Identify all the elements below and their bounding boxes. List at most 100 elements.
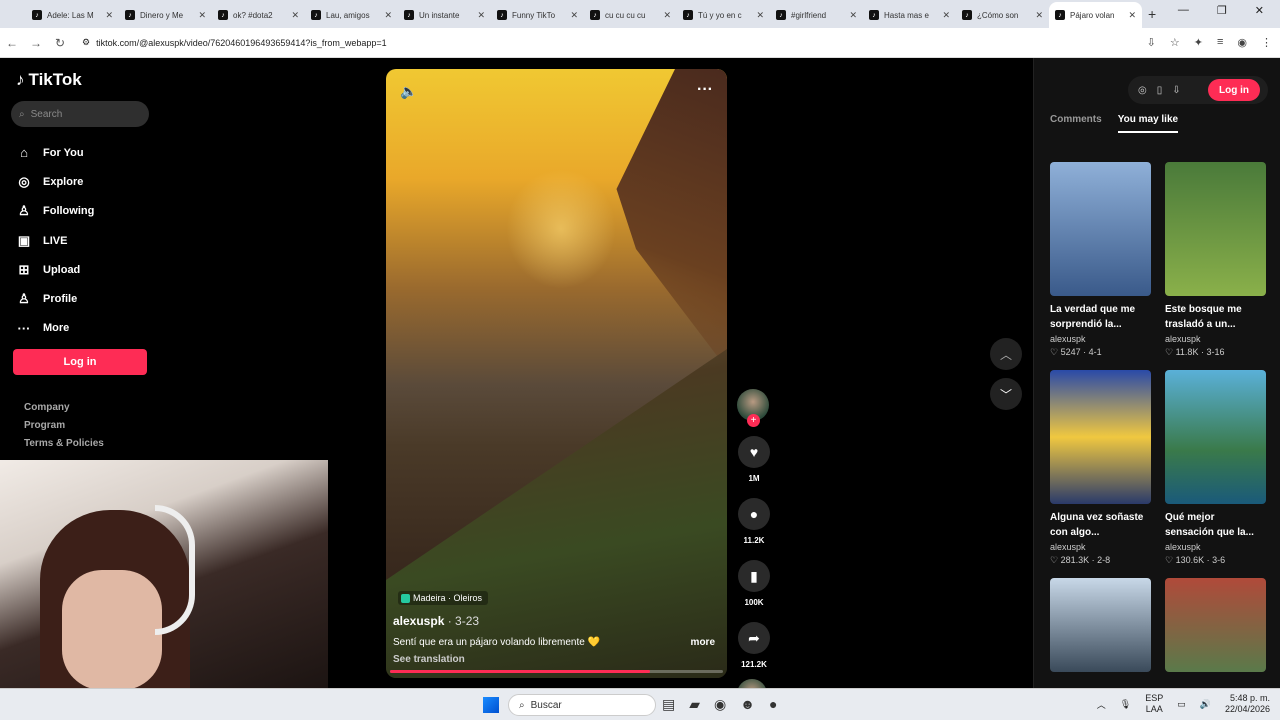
sidebar-login-button[interactable]: Log in — [13, 349, 147, 375]
sidebar-item-for-you[interactable]: ⌂ For You — [15, 138, 94, 167]
minimize-icon[interactable]: — — [1178, 4, 1189, 17]
heart-icon[interactable]: ♥ — [738, 436, 770, 468]
close-tab-icon[interactable]: ✕ — [1128, 10, 1136, 21]
volume-tray-icon[interactable]: 🔊 — [1200, 699, 1211, 710]
download-icon[interactable]: ⇩ — [1172, 85, 1180, 96]
volume-icon[interactable]: 🔈 — [400, 83, 417, 100]
card-more-icon[interactable]: ⋮ — [1148, 302, 1151, 317]
video-more-icon[interactable]: ··· — [697, 81, 713, 99]
task-view-icon[interactable]: ▤ — [662, 696, 675, 713]
video-card[interactable]: La verdad que me sorprendió la... ⋮ alexu… — [1050, 162, 1151, 358]
video-progress-bar[interactable] — [390, 670, 723, 673]
clock[interactable]: 5:48 p. m. 22/04/2026 — [1225, 693, 1270, 715]
new-tab-button[interactable]: + — [1148, 6, 1156, 28]
close-window-icon[interactable]: ✕ — [1255, 4, 1264, 17]
see-translation-link[interactable]: See translation — [393, 654, 465, 665]
close-tab-icon[interactable]: ✕ — [477, 10, 485, 21]
footer-link-company[interactable]: Company — [24, 402, 104, 420]
app-icon[interactable]: ● — [769, 696, 777, 713]
close-tab-icon[interactable]: ✕ — [1035, 10, 1043, 21]
bookmark-star-icon[interactable]: ☆ — [1170, 36, 1180, 49]
close-tab-icon[interactable]: ✕ — [942, 10, 950, 21]
chrome-icon[interactable]: ◉ — [714, 696, 726, 713]
forward-icon[interactable]: → — [24, 36, 48, 50]
sidebar-item-live[interactable]: ▣ LIVE — [15, 226, 94, 255]
coin-icon[interactable]: ◎ — [1138, 85, 1147, 96]
windows-start-icon[interactable] — [483, 697, 499, 713]
search-input[interactable]: ⌕ Search — [11, 101, 149, 127]
browser-tab[interactable]: ♪ Adele: Las M ✕ — [26, 2, 119, 28]
video-card[interactable] — [1165, 578, 1266, 672]
reload-icon[interactable]: ↻ — [48, 36, 72, 50]
sidebar-item-following[interactable]: ♙ Following — [15, 197, 94, 226]
video-player[interactable]: 🔈 ··· Madeira · Oleiros alexuspk · 3-23 … — [386, 69, 727, 678]
file-explorer-icon[interactable]: ▰ — [689, 696, 700, 713]
sidebar-item-upload[interactable]: ⊞ Upload — [15, 255, 94, 284]
close-tab-icon[interactable]: ✕ — [663, 10, 671, 21]
sidebar-item-profile[interactable]: ♙ Profile — [15, 284, 94, 313]
browser-tab[interactable]: ♪ Funny TikTo ✕ — [491, 2, 584, 28]
network-icon[interactable]: ▭ — [1177, 699, 1186, 710]
phone-icon[interactable]: ▯ — [1157, 85, 1163, 96]
browser-tab[interactable]: ♪ ok? #dota2 ✕ — [212, 2, 305, 28]
video-card[interactable]: Alguna vez soñaste con algo... ⋮ alexuspk… — [1050, 370, 1151, 566]
video-thumbnail[interactable] — [1165, 578, 1266, 672]
browser-tab[interactable]: ♪ Lau, amigos ✕ — [305, 2, 398, 28]
site-info-icon[interactable]: ⚙ — [82, 37, 90, 48]
restore-icon[interactable]: ❐ — [1217, 4, 1227, 17]
creator-avatar[interactable]: + — [737, 389, 769, 427]
close-tab-icon[interactable]: ✕ — [105, 10, 113, 21]
media-icon[interactable]: ≡ — [1217, 36, 1223, 49]
share-icon[interactable]: ➦ — [738, 622, 770, 654]
video-card[interactable]: Este bosque me trasladó a un... ⋮ alexusp… — [1165, 162, 1266, 358]
tiktok-logo[interactable]: ♪ TikTok — [16, 70, 82, 90]
url-field[interactable]: ⚙ tiktok.com/@alexuspk/video/76204601964… — [82, 37, 387, 48]
video-thumbnail[interactable] — [1165, 370, 1266, 504]
account-icon[interactable]: ◉ — [1237, 36, 1247, 49]
bookmark-icon[interactable]: ▮ — [738, 560, 770, 592]
header-login-button[interactable]: Log in — [1208, 79, 1260, 101]
taskbar-search[interactable]: ⌕ Buscar — [508, 694, 656, 716]
close-tab-icon[interactable]: ✕ — [291, 10, 299, 21]
browser-tab[interactable]: ♪ Hasta mas e ✕ — [863, 2, 956, 28]
caption-more-button[interactable]: more — [691, 637, 715, 648]
card-more-icon[interactable]: ⋮ — [1263, 510, 1266, 525]
tab-comments[interactable]: Comments — [1050, 114, 1102, 133]
browser-tab[interactable]: ♪ Dinero y Me ✕ — [119, 2, 212, 28]
video-thumbnail[interactable] — [1050, 162, 1151, 296]
video-thumbnail[interactable] — [1050, 370, 1151, 504]
next-video-button[interactable]: ﹀ — [990, 378, 1022, 410]
close-tab-icon[interactable]: ✕ — [384, 10, 392, 21]
video-author[interactable]: alexuspk · 3-23 — [393, 614, 479, 628]
menu-icon[interactable]: ⋮ — [1261, 36, 1272, 49]
browser-tab[interactable]: ♪ #girlfriend ✕ — [770, 2, 863, 28]
footer-link-program[interactable]: Program — [24, 420, 104, 438]
extensions-icon[interactable]: ✦ — [1194, 36, 1203, 49]
browser-tab[interactable]: ♪ Un instante ✕ — [398, 2, 491, 28]
back-icon[interactable]: ← — [0, 36, 24, 50]
card-more-icon[interactable]: ⋮ — [1263, 302, 1266, 317]
card-more-icon[interactable]: ⋮ — [1148, 510, 1151, 525]
close-tab-icon[interactable]: ✕ — [198, 10, 206, 21]
tab-you-may-like[interactable]: You may like — [1117, 114, 1179, 133]
video-thumbnail[interactable] — [1050, 578, 1151, 672]
video-card[interactable] — [1050, 578, 1151, 672]
location-tag[interactable]: Madeira · Oleiros — [398, 591, 489, 605]
previous-video-button[interactable]: ︿ — [990, 338, 1022, 370]
follow-plus-icon[interactable]: + — [747, 414, 760, 427]
language-indicator[interactable]: ESP LAA — [1145, 693, 1163, 715]
close-tab-icon[interactable]: ✕ — [570, 10, 578, 21]
browser-tab[interactable]: ♪ Tú y yo en c ✕ — [677, 2, 770, 28]
microphone-icon[interactable]: 🎙 — [1120, 699, 1131, 710]
comment-icon[interactable]: ● — [738, 498, 770, 530]
discord-icon[interactable]: ☻ — [740, 696, 755, 713]
install-app-icon[interactable]: ⇩ — [1147, 36, 1156, 49]
sidebar-item-explore[interactable]: ◎ Explore — [15, 167, 94, 196]
browser-tab[interactable]: ♪ cu cu cu cu ✕ — [584, 2, 677, 28]
sidebar-item-more[interactable]: ··· More — [15, 314, 94, 343]
video-card[interactable]: Qué mejor sensación que la...⋮ alexuspk … — [1165, 370, 1266, 566]
close-tab-icon[interactable]: ✕ — [756, 10, 764, 21]
footer-link-terms[interactable]: Terms & Policies — [24, 438, 104, 456]
browser-tab-active[interactable]: ♪ Pájaro volan ✕ — [1049, 2, 1142, 28]
close-tab-icon[interactable]: ✕ — [849, 10, 857, 21]
